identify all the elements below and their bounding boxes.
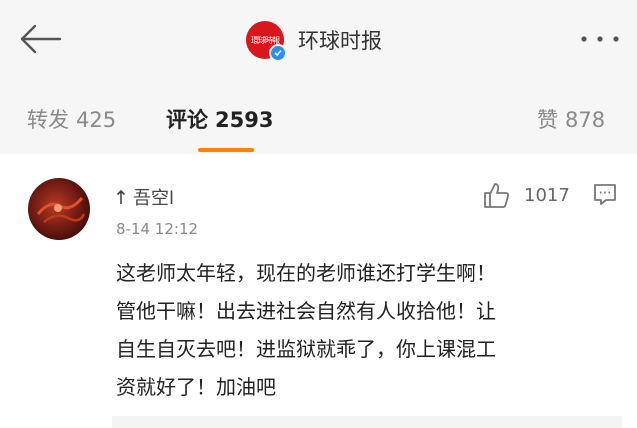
back-arrow-icon <box>20 24 62 54</box>
comment-line: 自生自灭去吧！进监狱就乖了，你上课混工 <box>116 337 496 361</box>
tab-reposts[interactable]: 转发 425 <box>27 104 116 134</box>
like-button[interactable]: 1017 <box>482 180 570 210</box>
comment-line: 这老师太年轻，现在的老师谁还打学生啊！ <box>116 261 496 285</box>
tab-likes-label: 赞 <box>537 108 558 132</box>
comment-line: 资就好了！加油吧 <box>116 375 276 399</box>
top-bar: 環球時報 环球时报 <box>0 0 637 78</box>
back-button[interactable] <box>18 24 62 54</box>
active-tab-indicator <box>198 148 254 152</box>
account-name[interactable]: 环球时报 <box>298 25 382 55</box>
thumbs-up-icon <box>484 183 509 208</box>
tab-comments-label: 评论 <box>166 108 208 132</box>
tab-comments-count: 2593 <box>215 108 274 132</box>
comment-bubble-icon <box>594 184 616 205</box>
account-header[interactable]: 環球時報 环球时报 <box>246 18 382 62</box>
comment-item: 吾空l 8-14 12:12 1017 这老师太年轻，现在的老师谁还打学生啊！ … <box>0 154 637 428</box>
more-button[interactable] <box>578 30 622 48</box>
tab-reposts-count: 425 <box>76 108 117 132</box>
avatar[interactable] <box>28 178 90 240</box>
tab-reposts-label: 转发 <box>27 108 69 132</box>
tab-likes[interactable]: 赞 878 <box>537 104 605 134</box>
reply-button[interactable] <box>593 182 617 206</box>
comment-line: 管他干嘛！出去进社会自然有人收拾他！让 <box>116 299 496 323</box>
tab-comments[interactable]: 评论 2593 <box>166 104 273 134</box>
like-count: 1017 <box>524 184 570 206</box>
username[interactable]: 吾空l <box>116 184 174 210</box>
comment-text: 这老师太年轻，现在的老师谁还打学生啊！ 管他干嘛！出去进社会自然有人收拾他！让 … <box>116 254 616 406</box>
comment-timestamp: 8-14 12:12 <box>116 220 199 238</box>
up-arrow-icon <box>116 189 126 204</box>
tab-likes-count: 878 <box>565 108 606 132</box>
username-text: 吾空l <box>133 188 175 209</box>
more-dots-icon <box>581 36 619 42</box>
account-logo[interactable]: 環球時報 <box>246 21 287 62</box>
tab-bar: 转发 425 评论 2593 赞 878 <box>0 78 637 154</box>
reply-preview-box[interactable] <box>112 416 622 428</box>
verified-badge-icon <box>269 44 287 62</box>
